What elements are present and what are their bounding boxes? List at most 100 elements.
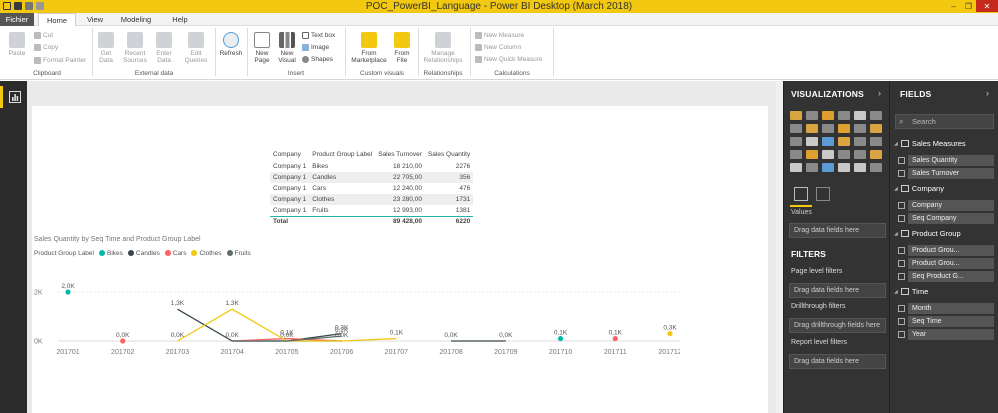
format-painter-button[interactable]: Format Painter bbox=[34, 56, 86, 65]
visual-type-icon[interactable] bbox=[854, 163, 866, 172]
get-data-button[interactable]: Get Data bbox=[94, 32, 118, 64]
new-page-button[interactable]: New Page bbox=[250, 32, 274, 64]
visual-type-icon[interactable] bbox=[838, 163, 850, 172]
field-checkbox[interactable] bbox=[898, 156, 905, 164]
visual-type-icon[interactable] bbox=[870, 163, 882, 172]
field-checkbox[interactable] bbox=[898, 304, 905, 312]
close-icon[interactable]: ✕ bbox=[976, 0, 998, 12]
chevron-right-icon[interactable]: › bbox=[878, 88, 881, 98]
visual-type-icon[interactable] bbox=[790, 111, 802, 120]
collapse-arrow-icon[interactable]: ◢ bbox=[894, 231, 898, 237]
field-item[interactable]: Month bbox=[898, 302, 994, 314]
shapes-button[interactable]: Shapes bbox=[302, 55, 333, 64]
field-item[interactable]: Seq Time bbox=[898, 315, 994, 327]
new-measure-button[interactable]: New Measure bbox=[475, 31, 524, 40]
field-checkbox[interactable] bbox=[898, 201, 905, 209]
format-tab[interactable] bbox=[816, 187, 830, 201]
legend-item-fruits[interactable]: Fruits bbox=[226, 250, 251, 257]
page-filters-drop-zone[interactable]: Drag data fields here bbox=[789, 283, 886, 298]
copy-button[interactable]: Copy bbox=[34, 43, 58, 52]
field-table-company[interactable]: ◢ Company bbox=[894, 184, 944, 193]
text-box-button[interactable]: Text box bbox=[302, 31, 335, 40]
visual-type-icon[interactable] bbox=[806, 150, 818, 159]
visual-type-icon[interactable] bbox=[854, 124, 866, 133]
field-item[interactable]: Product Grou... bbox=[898, 257, 994, 269]
field-item[interactable]: Seq Product G... bbox=[898, 270, 994, 282]
enter-data-button[interactable]: Enter Data bbox=[152, 32, 176, 64]
visual-type-icon[interactable] bbox=[790, 150, 802, 159]
col-product-group[interactable]: Product Group Label bbox=[309, 148, 375, 161]
tab-modeling[interactable]: Modeling bbox=[116, 13, 156, 26]
col-sales-quantity[interactable]: Sales Quantity bbox=[425, 148, 473, 161]
tab-file[interactable]: Fichier bbox=[0, 13, 34, 26]
from-marketplace-button[interactable]: From Marketplace bbox=[348, 32, 390, 64]
visual-type-icon[interactable] bbox=[790, 124, 802, 133]
visual-type-icon[interactable] bbox=[790, 163, 802, 172]
visual-type-icon[interactable] bbox=[838, 124, 850, 133]
legend-item-candles[interactable]: Candles bbox=[127, 250, 160, 257]
drillthrough-drop-zone[interactable]: Drag drillthrough fields here bbox=[789, 318, 886, 333]
visual-type-icon[interactable] bbox=[838, 137, 850, 146]
field-checkbox[interactable] bbox=[898, 330, 905, 338]
field-table-time[interactable]: ◢ Time bbox=[894, 287, 928, 296]
visual-type-icon[interactable] bbox=[870, 111, 882, 120]
table-visual[interactable]: Company Product Group Label Sales Turnov… bbox=[270, 148, 474, 227]
visual-type-icon[interactable] bbox=[870, 137, 882, 146]
fields-well-tab[interactable] bbox=[794, 187, 808, 201]
manage-relationships-button[interactable]: Manage Relationships bbox=[420, 32, 466, 64]
visual-type-icon[interactable] bbox=[806, 111, 818, 120]
visual-type-icon[interactable] bbox=[838, 111, 850, 120]
visual-type-icon[interactable] bbox=[854, 150, 866, 159]
field-checkbox[interactable] bbox=[898, 246, 905, 254]
tab-view[interactable]: View bbox=[80, 13, 110, 26]
visual-type-icon[interactable] bbox=[838, 150, 850, 159]
visual-type-icon[interactable] bbox=[806, 137, 818, 146]
new-quick-measure-button[interactable]: New Quick Measure bbox=[475, 55, 543, 64]
visual-type-icon[interactable] bbox=[870, 124, 882, 133]
legend-item-cars[interactable]: Cars bbox=[164, 250, 186, 257]
new-column-button[interactable]: New Column bbox=[475, 43, 521, 52]
visual-type-icon[interactable] bbox=[822, 150, 834, 159]
field-item[interactable]: Sales Turnover bbox=[898, 167, 994, 179]
collapse-arrow-icon[interactable]: ◢ bbox=[894, 186, 898, 192]
field-item[interactable]: Product Grou... bbox=[898, 244, 994, 256]
image-button[interactable]: Image bbox=[302, 43, 329, 52]
maximize-icon[interactable]: ❐ bbox=[961, 0, 976, 12]
refresh-button[interactable]: Refresh bbox=[217, 32, 245, 57]
visual-type-icon[interactable] bbox=[822, 137, 834, 146]
collapse-arrow-icon[interactable]: ◢ bbox=[894, 141, 898, 147]
collapse-arrow-icon[interactable]: ◢ bbox=[894, 289, 898, 295]
search-input[interactable]: Search bbox=[895, 114, 994, 129]
field-item[interactable]: Sales Quantity bbox=[898, 154, 994, 166]
field-table-product-group[interactable]: ◢ Product Group bbox=[894, 229, 961, 238]
tab-help[interactable]: Help bbox=[166, 13, 194, 26]
field-item[interactable]: Company bbox=[898, 199, 994, 211]
visual-type-icon[interactable] bbox=[806, 124, 818, 133]
field-checkbox[interactable] bbox=[898, 317, 905, 325]
field-checkbox[interactable] bbox=[898, 259, 905, 267]
report-view-button[interactable] bbox=[0, 86, 27, 108]
visual-type-icon[interactable] bbox=[822, 163, 834, 172]
edit-queries-button[interactable]: Edit Queries bbox=[180, 32, 212, 64]
visual-type-icon[interactable] bbox=[854, 111, 866, 120]
visual-type-icon[interactable] bbox=[822, 124, 834, 133]
field-checkbox[interactable] bbox=[898, 272, 905, 280]
cut-button[interactable]: Cut bbox=[34, 31, 53, 40]
field-item[interactable]: Year bbox=[898, 328, 994, 340]
tab-home[interactable]: Home bbox=[38, 13, 76, 27]
visual-type-icon[interactable] bbox=[854, 137, 866, 146]
visual-type-icon[interactable] bbox=[790, 137, 802, 146]
paste-button[interactable]: Paste bbox=[4, 32, 30, 57]
visual-type-icon[interactable] bbox=[870, 150, 882, 159]
col-company[interactable]: Company bbox=[270, 148, 309, 161]
visual-type-icon[interactable] bbox=[806, 163, 818, 172]
field-checkbox[interactable] bbox=[898, 169, 905, 177]
chevron-right-icon[interactable]: › bbox=[986, 88, 989, 98]
from-file-button[interactable]: From File bbox=[391, 32, 413, 64]
report-filters-drop-zone[interactable]: Drag data fields here bbox=[789, 354, 886, 369]
legend-item-bikes[interactable]: Bikes bbox=[98, 250, 123, 257]
visual-type-icon[interactable] bbox=[822, 111, 834, 120]
canvas-scrollbar[interactable] bbox=[776, 81, 783, 413]
values-drop-zone[interactable]: Drag data fields here bbox=[789, 223, 886, 238]
recent-sources-button[interactable]: Recent Sources bbox=[120, 32, 150, 64]
